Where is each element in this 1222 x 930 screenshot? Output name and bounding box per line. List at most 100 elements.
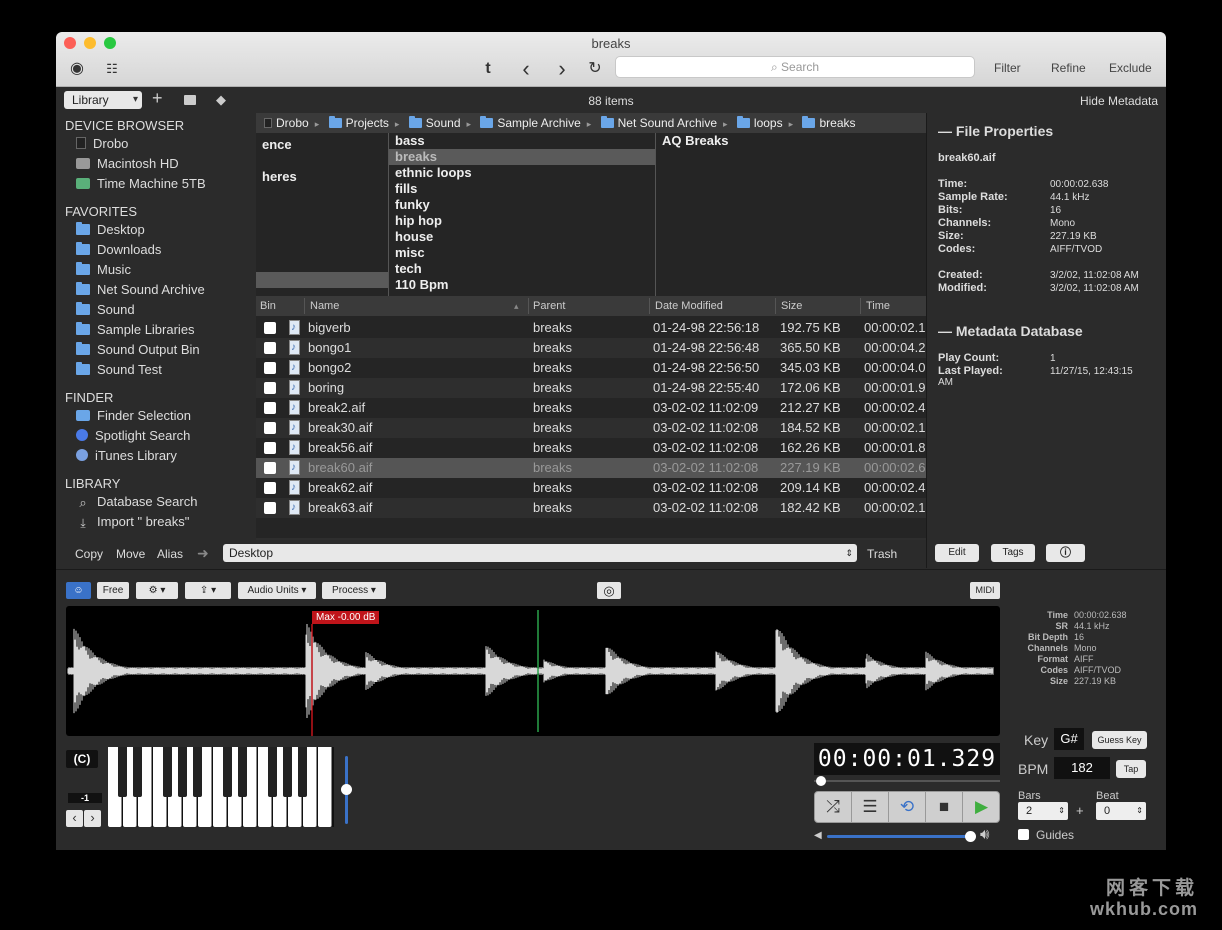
- volume-slider[interactable]: [827, 835, 973, 838]
- audio-units-select[interactable]: Audio Units ▾: [238, 582, 316, 599]
- column-header-name[interactable]: Name: [310, 296, 339, 316]
- play-icon[interactable]: ▶: [963, 792, 1000, 822]
- sidebar-item-drobo[interactable]: Drobo: [76, 135, 128, 153]
- alias-button[interactable]: Alias: [157, 547, 183, 561]
- gear-icon[interactable]: ⚙ ▾: [136, 582, 178, 599]
- tap-button[interactable]: Tap: [1116, 760, 1146, 778]
- piano-black-key[interactable]: [268, 747, 277, 797]
- table-row[interactable]: bigverb breaks 01-24-98 22:56:18 192.75 KB 0…: [256, 318, 926, 338]
- add-icon[interactable]: +: [152, 89, 163, 107]
- refine-button[interactable]: Refine: [1051, 61, 1086, 75]
- breadcrumb-item[interactable]: Net Sound Archive: [600, 113, 717, 133]
- breadcrumb-item[interactable]: loops: [736, 113, 783, 133]
- refresh-icon[interactable]: ↻: [583, 59, 607, 79]
- table-row[interactable]: bongo2 breaks 01-24-98 22:56:50 345.03 KB 00…: [256, 358, 926, 378]
- bin-checkbox[interactable]: [264, 442, 276, 454]
- midi-button[interactable]: MIDI: [970, 582, 1000, 599]
- share-icon[interactable]: ⇪ ▾: [185, 582, 231, 599]
- shuffle-icon[interactable]: ⤮: [815, 792, 852, 822]
- tags-button[interactable]: Tags: [991, 544, 1035, 562]
- sidebar-item-music[interactable]: Music: [76, 261, 131, 279]
- table-row[interactable]: bongo1 breaks 01-24-98 22:56:48 365.50 KB 00…: [256, 338, 926, 358]
- sidebar-item-spotlight-search[interactable]: Spotlight Search: [76, 427, 190, 445]
- sidebar-item-desktop[interactable]: Desktop: [76, 221, 145, 239]
- table-row[interactable]: break62.aif breaks 03-02-02 11:02:08 209.14…: [256, 478, 926, 498]
- column-item[interactable]: AQ Breaks: [656, 133, 926, 149]
- copy-button[interactable]: Copy: [75, 547, 103, 561]
- piano-keyboard[interactable]: [108, 747, 334, 827]
- sidebar-item-sound-output-bin[interactable]: Sound Output Bin: [76, 341, 200, 359]
- table-row[interactable]: break63.aif breaks 03-02-02 11:02:08 182.42…: [256, 498, 926, 518]
- bin-checkbox[interactable]: [264, 322, 276, 334]
- key-value[interactable]: G#: [1054, 728, 1084, 750]
- column-item[interactable]: house: [389, 229, 655, 245]
- piano-black-key[interactable]: [193, 747, 202, 797]
- column-header-size[interactable]: Size: [781, 296, 802, 316]
- hide-metadata-button[interactable]: Hide Metadata: [1080, 94, 1158, 108]
- column-item[interactable]: hip hop: [389, 213, 655, 229]
- sidebar-item-downloads[interactable]: Downloads: [76, 241, 161, 259]
- piano-black-key[interactable]: [238, 747, 247, 797]
- column-item[interactable]: ence: [256, 137, 388, 153]
- back-button[interactable]: ‹: [514, 58, 538, 80]
- column-item[interactable]: heres: [256, 169, 388, 185]
- sidebar-item-sound[interactable]: Sound: [76, 301, 135, 319]
- bin-checkbox[interactable]: [264, 422, 276, 434]
- sidebar-item-time-machine[interactable]: Time Machine 5TB: [76, 175, 206, 193]
- position-slider[interactable]: [814, 780, 1000, 782]
- guides-checkbox[interactable]: [1018, 829, 1029, 840]
- folder-icon[interactable]: [184, 95, 196, 105]
- bin-checkbox[interactable]: [264, 382, 276, 394]
- search-input[interactable]: ⌕ Search: [615, 56, 975, 78]
- octave-up-button[interactable]: ›: [84, 810, 101, 827]
- loop-icon[interactable]: ⟲: [889, 792, 926, 822]
- sidebar-item-macintosh-hd[interactable]: Macintosh HD: [76, 155, 179, 173]
- piano-black-key[interactable]: [163, 747, 172, 797]
- bin-checkbox[interactable]: [264, 362, 276, 374]
- column-item[interactable]: bass: [389, 133, 655, 149]
- filter-button[interactable]: Filter: [994, 61, 1021, 75]
- beat-stepper[interactable]: 0 ⇕: [1096, 802, 1146, 820]
- bpm-value[interactable]: 182: [1054, 757, 1110, 779]
- sidebar-item-sample-libraries[interactable]: Sample Libraries: [76, 321, 195, 339]
- exclude-button[interactable]: Exclude: [1109, 61, 1152, 75]
- table-row[interactable]: break2.aif breaks 03-02-02 11:02:09 212.27 …: [256, 398, 926, 418]
- bin-checkbox[interactable]: [264, 502, 276, 514]
- record-target-icon[interactable]: ◎: [597, 582, 621, 599]
- trash-button[interactable]: Trash: [867, 547, 897, 561]
- position-slider-knob[interactable]: [816, 776, 826, 786]
- table-row[interactable]: break56.aif breaks 03-02-02 11:02:08 162.26…: [256, 438, 926, 458]
- volume-slider-knob[interactable]: [965, 831, 976, 842]
- column-item[interactable]: 110 Bpm: [389, 277, 655, 293]
- process-select[interactable]: Process ▾: [322, 582, 386, 599]
- tag-icon[interactable]: ◆: [216, 92, 226, 108]
- piano-black-key[interactable]: [133, 747, 142, 797]
- playlist-icon[interactable]: ☰: [852, 792, 889, 822]
- column-item[interactable]: tech: [389, 261, 655, 277]
- share-t-icon[interactable]: t: [476, 59, 500, 79]
- info-icon[interactable]: ⓘ: [1046, 544, 1085, 562]
- breadcrumb-item[interactable]: breaks: [802, 113, 856, 133]
- table-row[interactable]: break30.aif breaks 03-02-02 11:02:08 184.52…: [256, 418, 926, 438]
- bin-checkbox[interactable]: [264, 402, 276, 414]
- metadata-database-header[interactable]: — Metadata Database: [938, 323, 1083, 339]
- breadcrumb-item[interactable]: Drobo: [264, 113, 309, 133]
- breadcrumb-item[interactable]: Sample Archive: [480, 113, 581, 133]
- sidebar-item-net-sound-archive[interactable]: Net Sound Archive: [76, 281, 205, 299]
- piano-black-key[interactable]: [298, 747, 307, 797]
- sidebar-item-finder-selection[interactable]: Finder Selection: [76, 407, 191, 425]
- column-item[interactable]: ethnic loops: [389, 165, 655, 181]
- column-header-bin[interactable]: Bin: [260, 296, 276, 316]
- piano-black-key[interactable]: [223, 747, 232, 797]
- sidebar-item-sound-test[interactable]: Sound Test: [76, 361, 162, 379]
- sidebar-item-itunes-library[interactable]: iTunes Library: [76, 447, 177, 465]
- free-button[interactable]: Free: [97, 582, 129, 599]
- bin-checkbox[interactable]: [264, 482, 276, 494]
- bin-checkbox[interactable]: [264, 342, 276, 354]
- sidebar-item-import-breaks[interactable]: ⤓ Import " breaks": [76, 513, 189, 531]
- eye-icon[interactable]: ◉: [65, 59, 89, 79]
- finder-face-icon[interactable]: ☺: [66, 582, 91, 599]
- octave-down-button[interactable]: ‹: [66, 810, 83, 827]
- sliders-icon[interactable]: ☷: [100, 59, 124, 79]
- file-properties-header[interactable]: — File Properties: [938, 123, 1053, 139]
